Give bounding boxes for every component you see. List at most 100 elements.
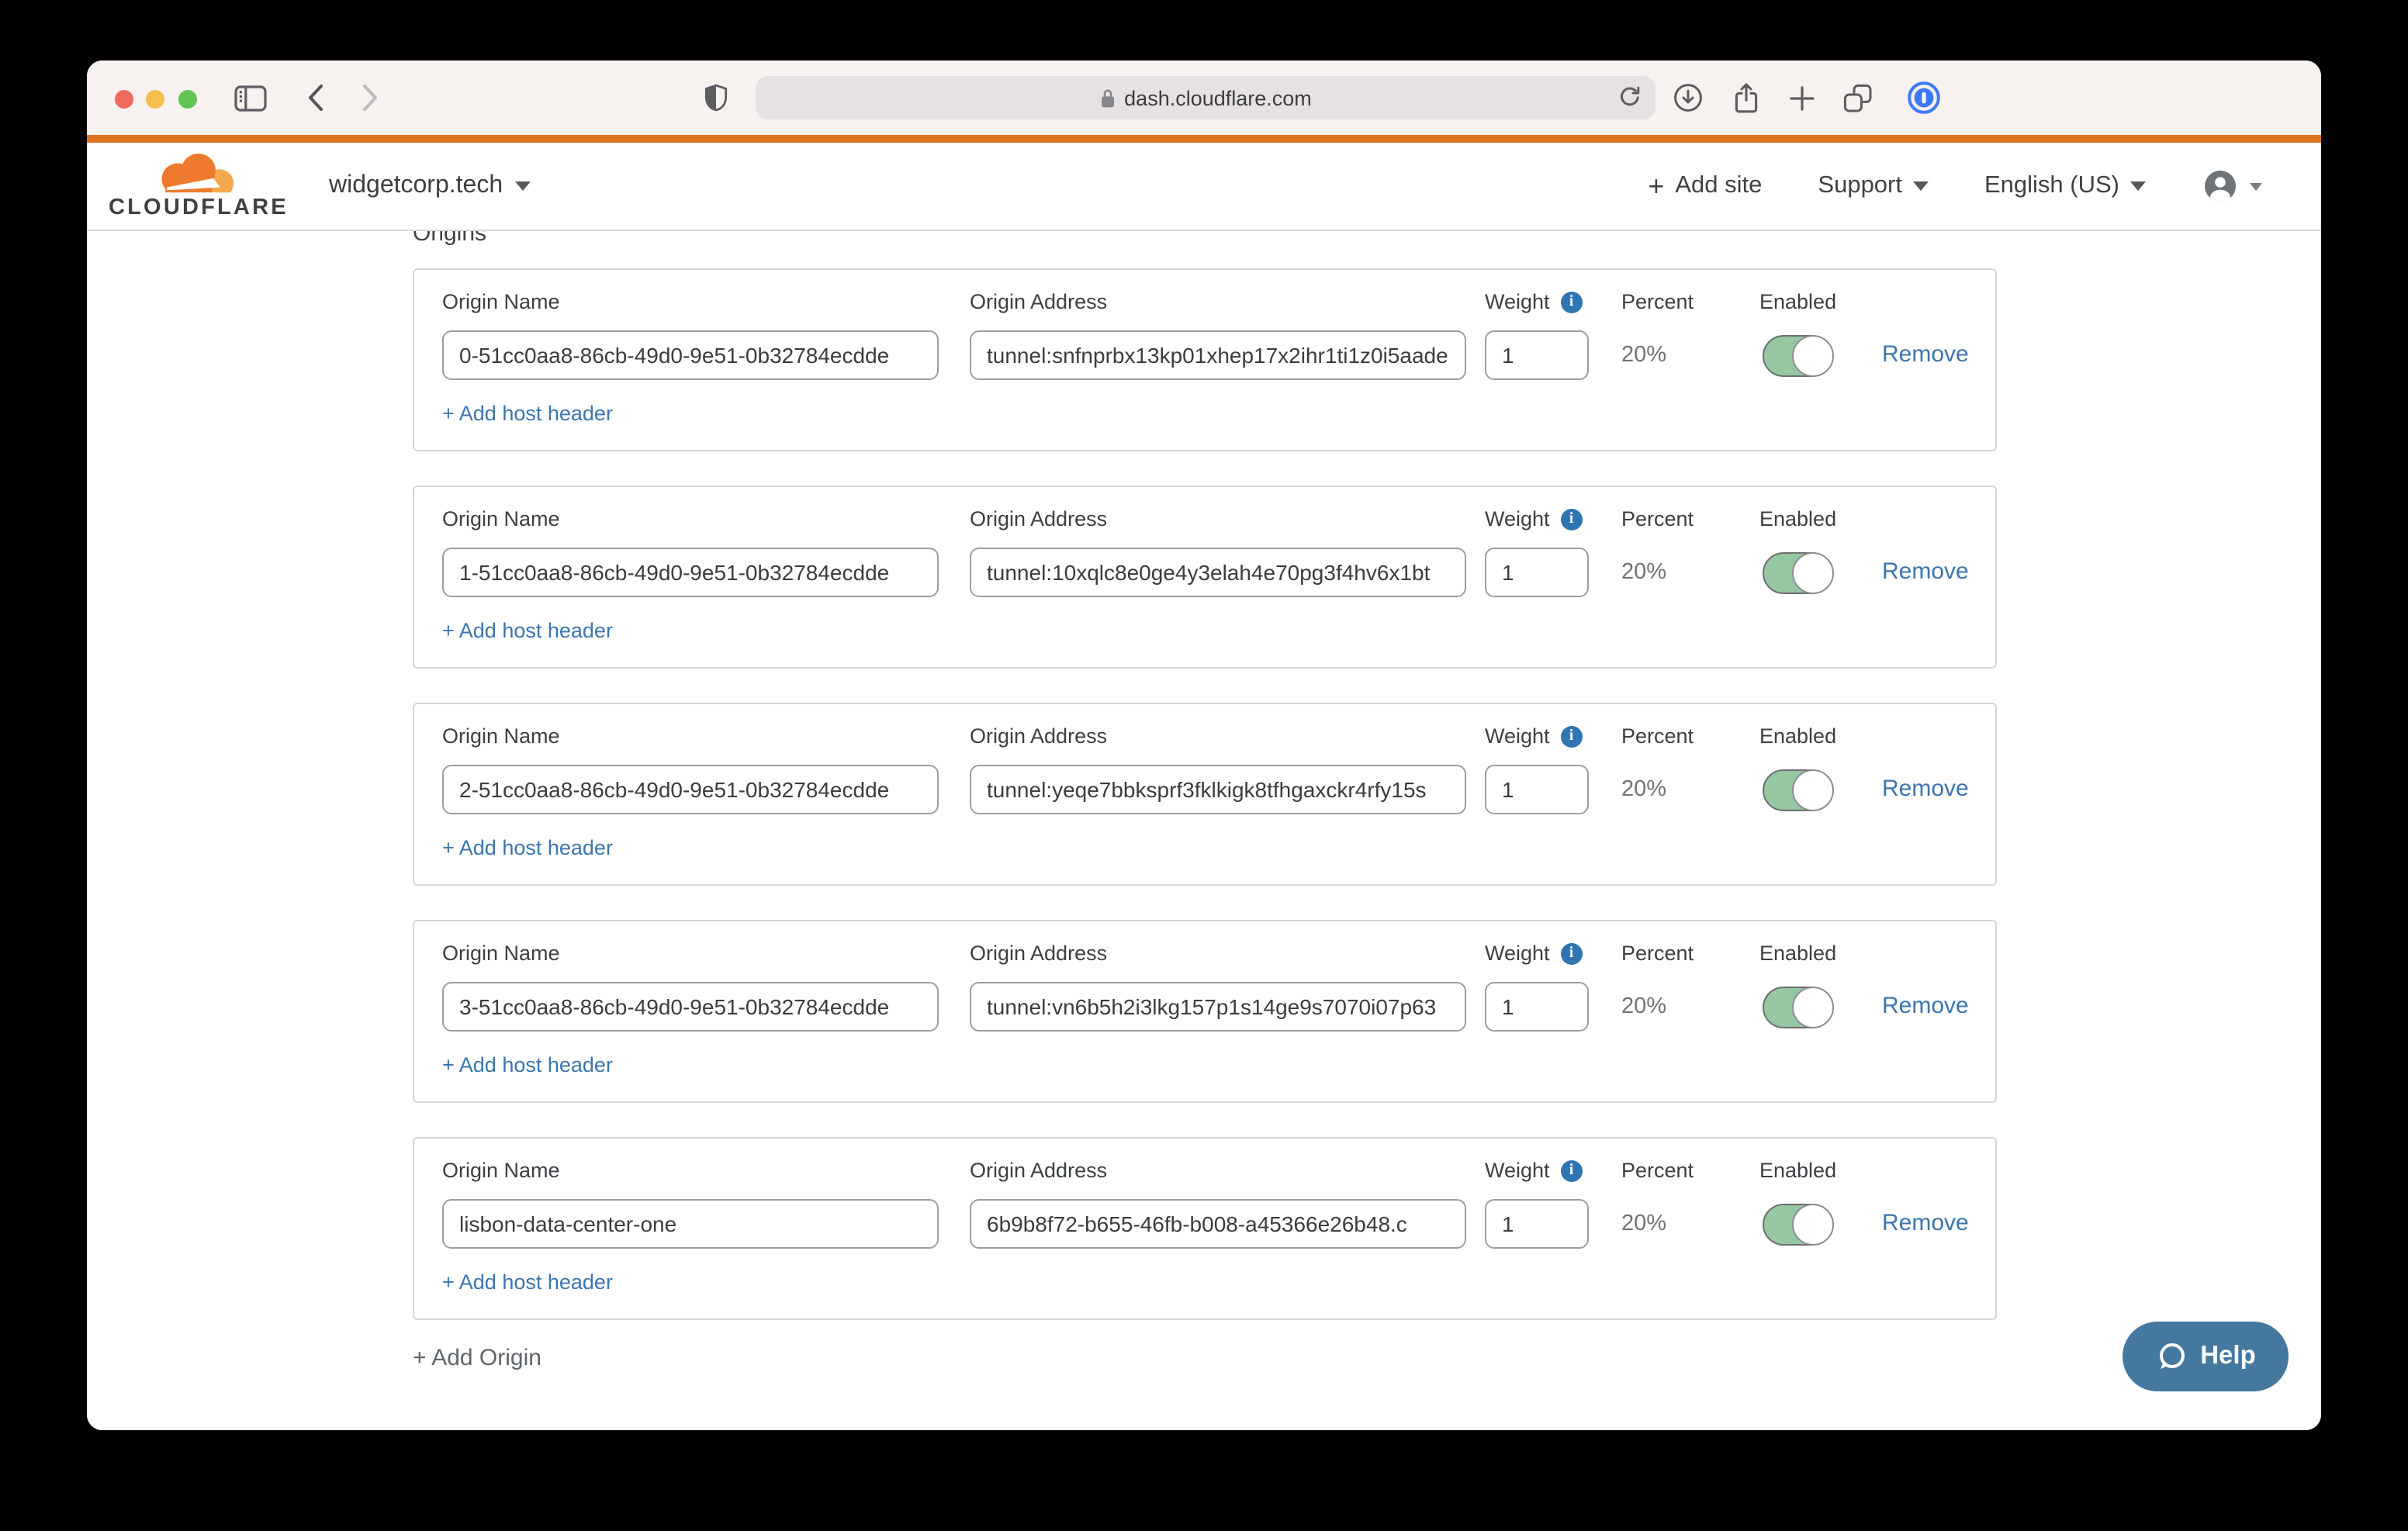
onepassword-icon[interactable] xyxy=(1907,60,1941,135)
origin-card: Origin Name Origin Address Weight i Perc… xyxy=(413,703,1997,886)
remove-origin-link[interactable]: Remove xyxy=(1882,982,1969,1032)
reload-icon[interactable] xyxy=(1618,85,1642,109)
weight-input[interactable] xyxy=(1485,330,1589,380)
downloads-icon[interactable] xyxy=(1673,60,1704,135)
origin-card: Origin Name Origin Address Weight i Perc… xyxy=(413,268,1997,451)
info-icon[interactable]: i xyxy=(1561,1159,1583,1181)
url-text: dash.cloudflare.com xyxy=(1124,86,1312,109)
remove-origin-link[interactable]: Remove xyxy=(1882,330,1969,380)
add-host-header-link[interactable]: + Add host header xyxy=(442,1270,613,1294)
chevron-down-icon xyxy=(1913,181,1929,191)
plus-icon: + xyxy=(1648,175,1664,198)
help-button[interactable]: Help xyxy=(2123,1322,2289,1391)
account-menu[interactable] xyxy=(2202,168,2262,205)
language-menu[interactable]: English (US) xyxy=(1984,172,2146,200)
add-origin-button[interactable]: + Add Origin xyxy=(413,1345,541,1371)
add-host-header-link[interactable]: + Add host header xyxy=(442,619,613,642)
enabled-toggle[interactable] xyxy=(1763,1204,1832,1246)
support-menu[interactable]: Support xyxy=(1818,172,1929,200)
weight-label: Weight i xyxy=(1485,724,1583,748)
weight-label: Weight i xyxy=(1485,290,1583,313)
origin-name-label: Origin Name xyxy=(442,942,560,965)
chevron-down-icon xyxy=(515,181,531,191)
origin-address-input[interactable] xyxy=(970,1199,1466,1249)
cloudflare-cloud-icon xyxy=(149,154,239,197)
origin-name-input[interactable] xyxy=(442,765,939,814)
info-icon[interactable]: i xyxy=(1561,725,1583,747)
origin-name-input[interactable] xyxy=(442,1199,939,1249)
origin-name-input[interactable] xyxy=(442,330,939,380)
origin-card: Origin Name Origin Address Weight i Perc… xyxy=(413,920,1997,1103)
screen: dash.cloudflare.com xyxy=(0,0,2408,1531)
enabled-toggle[interactable] xyxy=(1763,769,1832,811)
info-icon[interactable]: i xyxy=(1561,508,1583,530)
address-bar[interactable]: dash.cloudflare.com xyxy=(756,76,1656,119)
origin-name-label: Origin Name xyxy=(442,1159,560,1182)
info-icon[interactable]: i xyxy=(1561,942,1583,964)
close-window-button[interactable] xyxy=(115,90,133,109)
weight-input[interactable] xyxy=(1485,982,1589,1032)
percent-value: 20% xyxy=(1621,982,1666,1032)
zoom-window-button[interactable] xyxy=(178,90,197,109)
cloudflare-logo[interactable]: CLOUDFLARE xyxy=(109,154,282,219)
info-icon[interactable]: i xyxy=(1561,291,1583,313)
origin-name-input[interactable] xyxy=(442,548,939,597)
remove-origin-link[interactable]: Remove xyxy=(1882,548,1969,597)
dashboard-header: CLOUDFLARE widgetcorp.tech + Add site Su… xyxy=(87,143,2321,231)
percent-label: Percent xyxy=(1621,290,1694,313)
origin-address-label: Origin Address xyxy=(970,724,1107,748)
origin-address-input[interactable] xyxy=(970,765,1466,814)
origin-name-label: Origin Name xyxy=(442,507,560,530)
weight-input[interactable] xyxy=(1485,548,1589,597)
origins-list: Origin Name Origin Address Weight i Perc… xyxy=(413,268,1997,1354)
add-host-header-link[interactable]: + Add host header xyxy=(442,836,613,859)
toggle-knob xyxy=(1791,986,1833,1028)
enabled-toggle[interactable] xyxy=(1763,552,1832,594)
brand-accent-bar xyxy=(87,135,2321,143)
new-tab-icon[interactable] xyxy=(1787,60,1815,135)
minimize-window-button[interactable] xyxy=(146,90,164,109)
weight-label: Weight i xyxy=(1485,507,1583,530)
section-title: Origins xyxy=(413,231,486,247)
origin-name-input[interactable] xyxy=(442,982,939,1032)
origins-panel: Origins Origin Name Origin Address Weigh… xyxy=(87,231,2321,1430)
add-host-header-link[interactable]: + Add host header xyxy=(442,1053,613,1077)
toggle-knob xyxy=(1791,551,1833,593)
privacy-shield-icon[interactable] xyxy=(703,60,728,135)
percent-value: 20% xyxy=(1621,1199,1666,1249)
share-icon[interactable] xyxy=(1732,60,1759,135)
cloudflare-wordmark: CLOUDFLARE xyxy=(109,197,289,219)
origin-address-label: Origin Address xyxy=(970,290,1107,313)
chevron-down-icon xyxy=(2250,182,2262,190)
help-label: Help xyxy=(2200,1342,2256,1371)
remove-origin-link[interactable]: Remove xyxy=(1882,1199,1969,1249)
browser-window: dash.cloudflare.com xyxy=(87,60,2321,1430)
enabled-label: Enabled xyxy=(1759,724,1836,748)
browser-toolbar: dash.cloudflare.com xyxy=(87,60,2321,135)
enabled-toggle[interactable] xyxy=(1763,335,1832,377)
forward-icon[interactable] xyxy=(358,60,380,135)
add-site-label: Add site xyxy=(1675,172,1762,200)
toggle-knob xyxy=(1791,334,1833,376)
weight-input[interactable] xyxy=(1485,765,1589,814)
chevron-down-icon xyxy=(2130,181,2146,191)
origin-card: Origin Name Origin Address Weight i Perc… xyxy=(413,1137,1997,1320)
percent-label: Percent xyxy=(1621,942,1694,965)
add-site-button[interactable]: + Add site xyxy=(1648,172,1762,200)
back-icon[interactable] xyxy=(304,60,326,135)
origin-address-input[interactable] xyxy=(970,982,1466,1032)
percent-label: Percent xyxy=(1621,507,1694,530)
add-host-header-link[interactable]: + Add host header xyxy=(442,402,613,425)
tab-overview-icon[interactable] xyxy=(1842,60,1873,135)
origin-address-label: Origin Address xyxy=(970,1159,1107,1182)
zone-selector[interactable]: widgetcorp.tech xyxy=(329,172,531,200)
weight-input[interactable] xyxy=(1485,1199,1589,1249)
origin-address-label: Origin Address xyxy=(970,507,1107,530)
origin-address-input[interactable] xyxy=(970,548,1466,597)
origin-address-input[interactable] xyxy=(970,330,1466,380)
percent-value: 20% xyxy=(1621,765,1666,814)
remove-origin-link[interactable]: Remove xyxy=(1882,765,1969,814)
sidebar-toggle-icon[interactable] xyxy=(233,60,267,135)
enabled-toggle[interactable] xyxy=(1763,987,1832,1028)
percent-label: Percent xyxy=(1621,1159,1694,1182)
